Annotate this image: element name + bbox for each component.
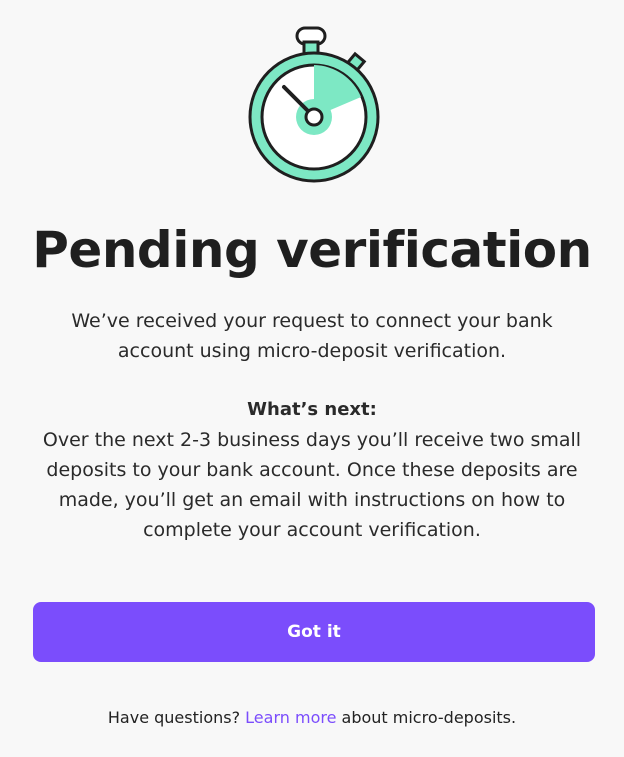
- learn-more-link[interactable]: Learn more: [245, 708, 336, 727]
- footer-help-text: Have questions? Learn more about micro-d…: [0, 706, 624, 730]
- whats-next-heading: What’s next:: [247, 399, 377, 420]
- footer-prefix: Have questions?: [107, 708, 246, 727]
- got-it-button[interactable]: Got it: [33, 602, 595, 662]
- whats-next-body: Over the next 2-3 business days you’ll r…: [42, 429, 582, 541]
- intro-text: We’ve received your request to connect y…: [71, 310, 553, 362]
- stopwatch-icon: [248, 26, 380, 183]
- pending-verification-page: Pending verification We’ve received your…: [0, 0, 624, 757]
- page-title: Pending verification: [32, 221, 592, 279]
- footer-suffix: about micro-deposits.: [336, 708, 517, 727]
